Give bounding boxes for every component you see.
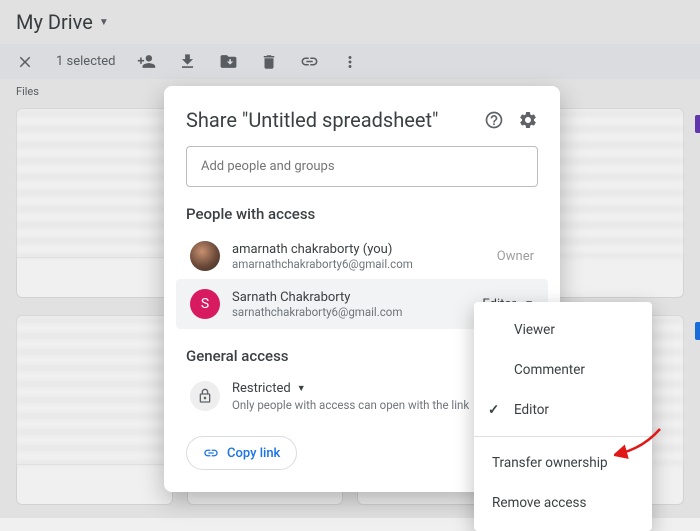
link-icon [203,445,219,461]
restricted-subtitle: Only people with access can open with th… [232,398,469,412]
role-menu-viewer[interactable]: Viewer [474,310,652,350]
file-card[interactable] [16,315,173,505]
role-menu: Viewer Commenter Editor Transfer ownersh… [474,302,652,531]
close-icon[interactable] [16,53,34,71]
person-email: amarnathchakraborty6@gmail.com [232,257,485,271]
person-name: amarnath chakraborty (you) [232,242,485,257]
trash-icon[interactable] [260,53,278,71]
restricted-dropdown[interactable]: Restricted ▼ [232,381,469,396]
docs-icon [695,322,700,340]
person-name: Sarnath Chakraborty [232,290,470,305]
add-person-icon[interactable] [137,52,156,71]
copy-link-button[interactable]: Copy link [186,436,297,470]
forms-icon [695,115,700,133]
person-email: sarnathchakraborty6@gmail.com [232,305,470,319]
breadcrumb-title: My Drive [16,10,93,34]
dialog-title: Share "Untitled spreadsheet" [186,108,438,132]
avatar: S [190,289,220,319]
selected-count: 1 selected [56,54,115,69]
person-row-owner: amarnath chakraborty (you) amarnathchakr… [186,233,538,279]
chevron-down-icon: ▼ [297,383,306,394]
role-menu-remove-access[interactable]: Remove access [474,483,652,523]
people-with-access-label: People with access [186,205,538,223]
role-owner-label: Owner [497,249,534,264]
avatar [190,241,220,271]
move-to-icon[interactable] [219,52,238,71]
link-icon[interactable] [300,52,319,71]
role-menu-editor[interactable]: Editor [474,390,652,430]
file-card[interactable] [16,108,173,298]
add-people-input[interactable] [186,146,538,187]
gear-icon[interactable] [518,110,538,130]
drive-breadcrumb[interactable]: My Drive ▼ [0,0,700,44]
role-menu-commenter[interactable]: Commenter [474,350,652,390]
more-icon[interactable] [341,53,359,71]
lock-icon [190,381,220,411]
help-icon[interactable] [484,110,504,130]
chevron-down-icon: ▼ [99,17,109,28]
selection-toolbar: 1 selected [0,44,700,79]
copy-link-label: Copy link [227,446,280,461]
download-icon[interactable] [178,52,197,71]
role-menu-transfer-ownership[interactable]: Transfer ownership [474,443,652,483]
